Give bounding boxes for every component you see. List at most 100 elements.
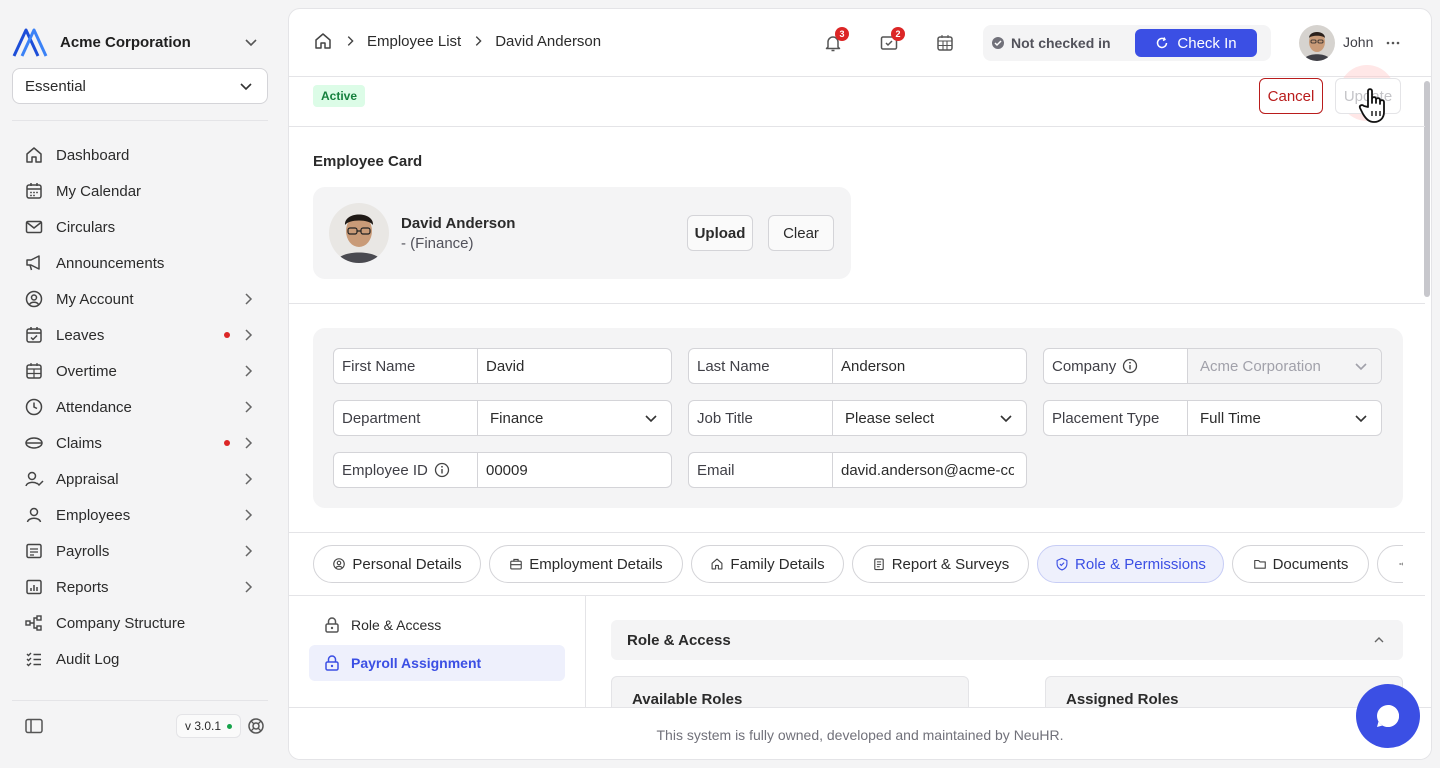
email-input[interactable]: david.anderson@acme-corp.com [833,453,1026,487]
chevron-down-icon[interactable] [242,33,260,51]
info-icon[interactable] [434,462,450,478]
notification-dot [224,440,230,446]
sidebar-item-label: Audit Log [56,650,120,668]
sidebar-nav: Dashboard My Calendar Circulars Announce… [12,137,268,677]
last-name-field: Last Name Anderson [688,348,1027,384]
employee-id-input[interactable]: 00009 [478,453,671,487]
sidebar-item-employees[interactable]: Employees [12,497,268,533]
sidebar-item-label: Employees [56,506,131,524]
divider [289,595,1425,596]
user-check-icon [24,469,44,489]
subnav-label: Role & Access [351,617,442,633]
sidebar-item-audit-log[interactable]: Audit Log [12,641,268,677]
tab-employment-details[interactable]: Employment Details [489,545,683,583]
department-select[interactable]: Finance [478,401,671,435]
sidebar-item-label: Appraisal [56,470,119,488]
avatar[interactable] [1299,25,1335,61]
support-icon[interactable] [246,716,266,736]
sidebar-item-label: Announcements [56,254,165,272]
job-title-field: Job Title Please select [688,400,1027,436]
inbox-count-badge: 2 [891,27,905,41]
breadcrumb-employee-list[interactable]: Employee List [367,33,461,50]
user-icon [24,505,44,525]
sidebar-item-reports[interactable]: Reports [12,569,268,605]
home-icon[interactable] [313,31,333,51]
sidebar-item-label: Overtime [56,362,117,380]
tab-label: Documents [1272,555,1349,573]
email-label: Email [689,453,833,487]
chevron-right-icon [245,437,253,449]
top-bar: Employee List David Anderson 3 2 Not che… [289,9,1431,77]
sidebar-item-circulars[interactable]: Circulars [12,209,268,245]
sidebar-item-my-account[interactable]: My Account [12,281,268,317]
tab-label: Employment Details [529,555,663,573]
role-access-accordion-header[interactable]: Role & Access [611,620,1403,660]
sidebar-item-my-calendar[interactable]: My Calendar [12,173,268,209]
org-switcher[interactable]: Acme Corporation [12,26,268,58]
sidebar-item-label: My Calendar [56,182,142,200]
last-name-input[interactable]: Anderson [833,349,1026,383]
lock-icon [325,617,339,633]
lock-icon [325,655,339,671]
divider [289,532,1425,533]
subnav-role-access[interactable]: Role & Access [309,607,565,643]
field-value: Full Time [1200,409,1261,427]
company-select[interactable]: Acme Corporation [1188,349,1381,383]
notifications-button[interactable]: 3 [823,27,849,53]
wallet-icon [24,433,44,453]
chevron-right-icon [245,293,253,305]
more-horizontal-icon[interactable] [1383,33,1403,53]
field-label-text: Company [1052,357,1117,375]
megaphone-icon [24,253,44,273]
breadcrumb: Employee List David Anderson [313,31,601,51]
field-value: Acme Corporation [1200,357,1321,375]
sidebar-item-company-structure[interactable]: Company Structure [12,605,268,641]
department-label: Department [334,401,478,435]
chat-button[interactable] [1356,684,1420,748]
sidebar-item-appraisal[interactable]: Appraisal [12,461,268,497]
employee-card-title: Employee Card [313,153,423,170]
user-name[interactable]: John [1343,34,1373,50]
calendar-button[interactable] [935,33,955,53]
main-panel: Employee List David Anderson 3 2 Not che… [288,8,1432,760]
subnav-payroll-assignment[interactable]: Payroll Assignment [309,645,565,681]
tab-report-surveys[interactable]: Report & Surveys [852,545,1029,583]
chevron-right-icon [245,509,253,521]
tab-label: Role & Permissions [1075,555,1206,573]
chevron-down-icon [645,415,657,423]
plan-select[interactable]: Essential [12,68,268,104]
sidebar-item-announcements[interactable]: Announcements [12,245,268,281]
tab-personal-details[interactable]: Personal Details [313,545,481,583]
version-badge: v 3.0.1 [176,714,242,738]
divider [12,120,268,121]
footer-text: This system is fully owned, developed an… [656,726,1064,743]
sidebar-item-claims[interactable]: Claims [12,425,268,461]
tab-more[interactable] [1377,545,1403,583]
plan-select-value: Essential [25,77,86,95]
sidebar-item-overtime[interactable]: Overtime [12,353,268,389]
inbox-button[interactable]: 2 [879,27,905,53]
sidebar-item-dashboard[interactable]: Dashboard [12,137,268,173]
tab-role-permissions[interactable]: Role & Permissions [1037,545,1224,583]
first-name-label: First Name [334,349,478,383]
tab-family-details[interactable]: Family Details [691,545,844,583]
sidebar-item-leaves[interactable]: Leaves [12,317,268,353]
placement-type-select[interactable]: Full Time [1188,401,1381,435]
info-icon[interactable] [1122,358,1138,374]
tab-documents[interactable]: Documents [1232,545,1369,583]
cancel-button[interactable]: Cancel [1259,78,1323,114]
upload-photo-button[interactable]: Upload [687,215,753,251]
sidebar-item-payrolls[interactable]: Payrolls [12,533,268,569]
employee-form: First Name David Last Name Anderson Comp… [313,328,1403,508]
clear-photo-button[interactable]: Clear [768,215,834,251]
sidebar-item-label: Dashboard [56,146,130,164]
section-title: Role & Access [627,631,731,649]
sidebar-toggle-icon[interactable] [24,716,44,736]
field-value: Finance [490,409,544,427]
placement-type-label: Placement Type [1044,401,1188,435]
sidebar-item-attendance[interactable]: Attendance [12,389,268,425]
first-name-input[interactable]: David [478,349,671,383]
job-title-select[interactable]: Please select [833,401,1026,435]
placement-type-field: Placement Type Full Time [1043,400,1382,436]
check-in-button[interactable]: Check In [1135,29,1257,57]
